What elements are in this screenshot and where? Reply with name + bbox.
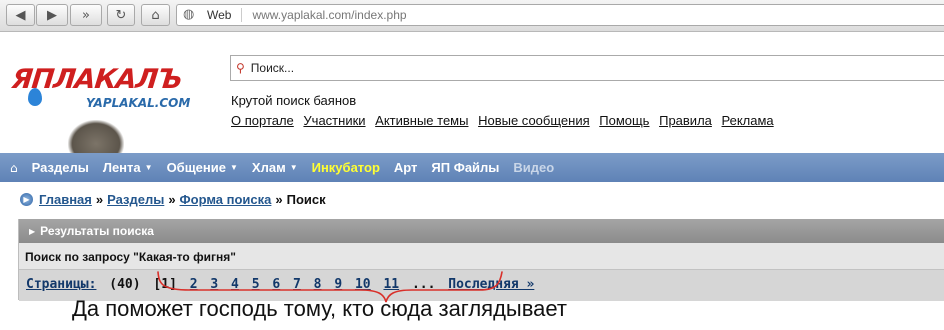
arrow-right-icon: ▶ [47,7,57,23]
triangle-right-icon: ▶ [29,226,36,236]
fast-forward-button[interactable]: » [70,4,102,26]
security-label: Web [207,8,243,22]
cat-image [68,120,124,154]
breadcrumb-separator: » [95,192,104,207]
double-arrow-icon: » [82,7,90,23]
site-logo[interactable]: ЯПЛАКАЛЪ YAPLAKAL.COM [10,62,210,154]
search-box[interactable]: ⚲ [230,55,944,81]
tagline: Крутой поиск баянов [231,93,357,108]
link-about[interactable]: О портале [231,113,294,128]
nav-communication[interactable]: Общение ▼ [167,160,238,175]
caret-down-icon: ▼ [229,163,238,172]
arrow-left-icon: ◀ [15,7,26,23]
pages-label[interactable]: Страницы: [26,277,96,292]
results-header: ▶ Результаты поиска [19,219,944,243]
home-icon[interactable]: ⌂ [10,161,18,175]
reload-button[interactable]: ↻ [107,4,135,26]
nav-art[interactable]: Арт [394,160,418,175]
nav-incubator[interactable]: Инкубатор [312,160,380,175]
link-new-messages[interactable]: Новые сообщения [478,113,590,128]
arrow-circle-icon: ▶ [20,193,33,206]
caret-down-icon: ▼ [144,163,153,172]
pages-count: (40) [109,277,141,292]
nav-video[interactable]: Видео [513,160,554,175]
link-members[interactable]: Участники [303,113,365,128]
logo-subtitle: YAPLAKAL.COM [86,96,191,110]
breadcrumb-search-form[interactable]: Форма поиска [180,192,272,207]
caret-down-icon: ▼ [289,163,298,172]
reload-icon: ↻ [115,7,127,23]
nav-label: Общение [166,160,226,175]
back-button[interactable]: ◀ [6,4,35,26]
nav-files[interactable]: ЯП Файлы [431,160,499,175]
annotation-caption: Да поможет господь тому, кто сюда загляд… [72,296,567,321]
address-bar[interactable]: ◍ Web www.yaplakal.com/index.php [176,4,944,26]
top-links: О портале Участники Активные темы Новые … [231,113,780,128]
query-line: Поиск по запросу "Какая-то фигня" [25,250,236,264]
nav-label: Лента [102,160,141,175]
nav-junk[interactable]: Хлам ▼ [252,160,298,175]
drop-icon [28,88,42,106]
link-ads[interactable]: Реклама [722,113,774,128]
breadcrumb-separator: » [168,192,176,207]
nav-label: Хлам [251,160,286,175]
breadcrumb-sections[interactable]: Разделы [107,192,164,207]
nav-sections[interactable]: Разделы [32,160,89,175]
forward-button[interactable]: ▶ [36,4,68,26]
nav-label: Разделы [31,160,89,175]
search-icon: ⚲ [236,61,245,75]
breadcrumb-current: Поиск [286,192,326,207]
link-help[interactable]: Помощь [599,113,649,128]
search-input[interactable] [248,60,853,76]
nav-feed[interactable]: Лента ▼ [103,160,153,175]
main-navbar: ⌂ Разделы Лента ▼ Общение ▼ Хлам ▼ Инкубато… [0,153,944,182]
breadcrumb: ▶ Главная » Разделы » Форма поиска » Пои… [20,192,326,207]
link-active-topics[interactable]: Активные темы [375,113,468,128]
results-title: Результаты поиска [40,224,154,238]
browser-toolbar: ◀ ▶ » ↻ ⌂ ◍ Web www.yaplakal.com/index.p… [0,0,944,32]
url-text[interactable]: www.yaplakal.com/index.php [252,8,406,22]
home-icon: ⌂ [151,7,160,23]
link-rules[interactable]: Правила [659,113,712,128]
breadcrumb-separator: » [275,192,283,207]
breadcrumb-home[interactable]: Главная [39,192,92,207]
globe-icon: ◍ [183,7,195,22]
home-button[interactable]: ⌂ [141,4,170,26]
